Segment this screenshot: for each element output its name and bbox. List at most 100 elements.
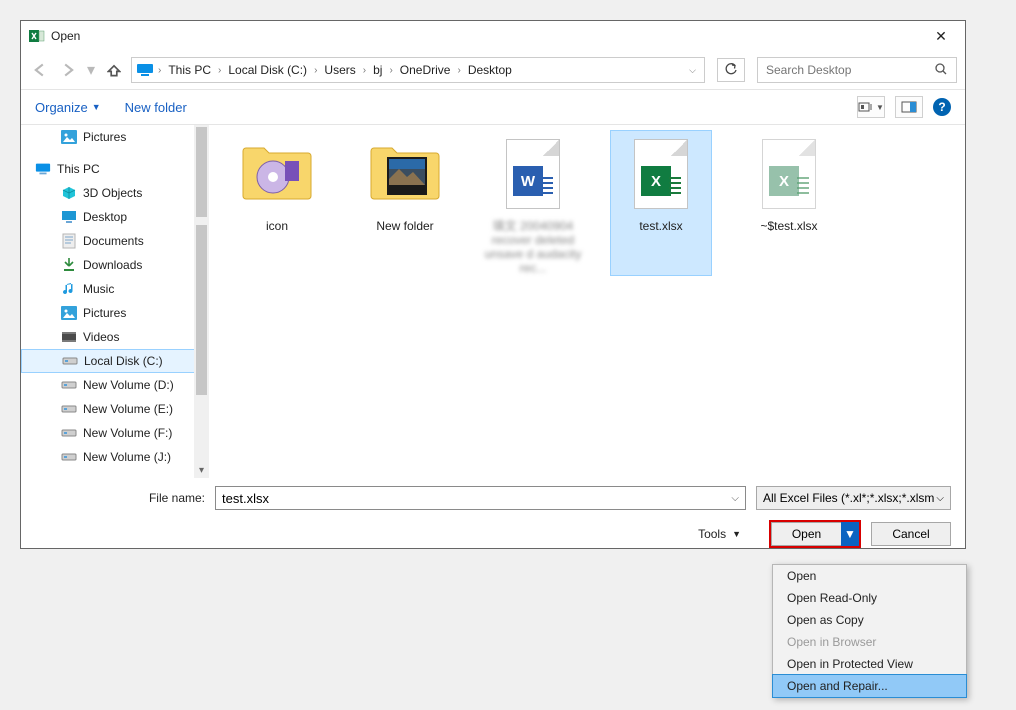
organize-menu[interactable]: Organize▼ [35, 100, 101, 115]
thispc-icon [136, 61, 154, 79]
open-dropdown-menu: OpenOpen Read-OnlyOpen as CopyOpen in Br… [772, 564, 967, 698]
search-box[interactable] [757, 57, 957, 83]
sidebar-item-label: This PC [57, 162, 100, 176]
sidebar-item-label: Documents [83, 234, 144, 248]
file-label: 填文 20040904 recover deleted unsave d aud… [483, 219, 583, 275]
drive-icon [61, 377, 77, 393]
cancel-button[interactable]: Cancel [871, 522, 951, 546]
word-icon: W [493, 133, 573, 215]
file-label: icon [266, 219, 288, 247]
sidebar-item-label: Videos [83, 330, 119, 344]
title-bar: Open ✕ [21, 21, 965, 51]
sidebar-scrollbar[interactable]: ▾ [194, 125, 209, 478]
preview-pane-button[interactable] [895, 96, 923, 118]
open-dialog: Open ✕ ▾ › This PC › Local Disk (C:) › U… [20, 20, 966, 549]
sidebar-item-label: New Volume (E:) [83, 402, 173, 416]
folder-photo-icon [365, 133, 445, 215]
file-item[interactable]: X~$test.xlsx [739, 131, 839, 275]
breadcrumb-bar[interactable]: › This PC › Local Disk (C:) › Users › bj… [131, 57, 705, 83]
close-button[interactable]: ✕ [921, 22, 961, 50]
nav-recent-dropdown[interactable]: ▾ [85, 59, 97, 81]
sidebar-item[interactable]: New Volume (J:) [21, 445, 209, 469]
menu-item[interactable]: Open and Repair... [773, 675, 966, 697]
file-item[interactable]: W填文 20040904 recover deleted unsave d au… [483, 131, 583, 275]
chevron-right-icon: › [455, 65, 462, 76]
sidebar-item-label: Local Disk (C:) [84, 354, 163, 368]
breadcrumb-item[interactable]: Local Disk (C:) [225, 63, 310, 77]
toolbar: Organize▼ New folder ▼ ? [21, 89, 965, 125]
new-folder-button[interactable]: New folder [125, 100, 187, 115]
folder-purple-icon [237, 133, 317, 215]
chevron-right-icon: › [312, 65, 319, 76]
sidebar-item[interactable]: Music [21, 277, 209, 301]
sidebar-item[interactable]: Pictures [21, 125, 209, 149]
videos-icon [61, 329, 77, 345]
open-split-button: Open ▼ [769, 520, 861, 548]
menu-item[interactable]: Open Read-Only [773, 587, 966, 609]
sidebar-item[interactable]: New Volume (E:) [21, 397, 209, 421]
drive-icon [61, 401, 77, 417]
sidebar-item[interactable]: 3D Objects [21, 181, 209, 205]
nav-up-button[interactable] [103, 59, 125, 81]
file-item[interactable]: New folder [355, 131, 455, 275]
file-type-filter[interactable]: All Excel Files (*.xl*;*.xlsx;*.xlsm ⌵ [756, 486, 951, 510]
sidebar-item-label: Downloads [83, 258, 142, 272]
nav-forward-button[interactable] [57, 59, 79, 81]
help-button[interactable]: ? [933, 98, 951, 116]
breadcrumb-item[interactable]: This PC [165, 63, 214, 77]
desktop-icon [61, 209, 77, 225]
search-icon [934, 62, 950, 78]
chevron-right-icon: › [361, 65, 368, 76]
excel-icon: X [621, 133, 701, 215]
nav-row: ▾ › This PC › Local Disk (C:) › Users › … [21, 51, 965, 89]
pictures-icon [61, 129, 77, 145]
file-item[interactable]: Xtest.xlsx [611, 131, 711, 275]
view-mode-button[interactable]: ▼ [857, 96, 885, 118]
breadcrumb-item[interactable]: OneDrive [397, 63, 454, 77]
open-dropdown-button[interactable]: ▼ [841, 522, 859, 546]
chevron-right-icon: › [387, 65, 394, 76]
chevron-right-icon: › [156, 65, 163, 76]
breadcrumb-item[interactable]: bj [370, 63, 385, 77]
pictures-icon [61, 305, 77, 321]
drive-icon [61, 425, 77, 441]
drive-icon [62, 353, 78, 369]
sidebar-item-label: New Volume (J:) [83, 450, 171, 464]
refresh-button[interactable] [717, 58, 745, 82]
sidebar-item[interactable]: Videos [21, 325, 209, 349]
breadcrumb-item[interactable]: Users [321, 63, 358, 77]
filename-label: File name: [35, 491, 205, 505]
sidebar-item[interactable]: New Volume (F:) [21, 421, 209, 445]
music-icon [61, 281, 77, 297]
sidebar-item[interactable]: This PC [21, 157, 209, 181]
file-view[interactable]: icon New folder W填文 20040904 recover delet… [209, 125, 965, 478]
filename-input[interactable]: test.xlsx ⌵ [215, 486, 746, 510]
sidebar-item-label: Desktop [83, 210, 127, 224]
file-item[interactable]: icon [227, 131, 327, 275]
sidebar-item[interactable]: Pictures [21, 301, 209, 325]
menu-item: Open in Browser [773, 631, 966, 653]
menu-item[interactable]: Open [773, 565, 966, 587]
search-input[interactable] [764, 62, 934, 78]
open-button[interactable]: Open [771, 522, 841, 546]
drive-icon [61, 449, 77, 465]
breadcrumb-item[interactable]: Desktop [465, 63, 515, 77]
menu-item[interactable]: Open as Copy [773, 609, 966, 631]
chevron-right-icon: › [216, 65, 223, 76]
menu-item[interactable]: Open in Protected View [773, 653, 966, 675]
nav-back-button[interactable] [29, 59, 51, 81]
sidebar-item[interactable]: Desktop [21, 205, 209, 229]
sidebar-item[interactable]: Downloads [21, 253, 209, 277]
file-label: New folder [376, 219, 433, 247]
sidebar: Pictures This PC 3D Objects Desktop Document… [21, 125, 209, 478]
tools-menu[interactable]: Tools▼ [698, 527, 741, 541]
excel-app-icon [29, 28, 45, 44]
sidebar-item-label: New Volume (D:) [83, 378, 174, 392]
sidebar-item[interactable]: Local Disk (C:) [21, 349, 209, 373]
sidebar-item[interactable]: Documents [21, 229, 209, 253]
sidebar-item[interactable]: New Volume (D:) [21, 373, 209, 397]
chevron-down-icon[interactable]: ⌵ [731, 493, 739, 504]
sidebar-item-label: 3D Objects [83, 186, 142, 200]
excel-temp-icon: X [749, 133, 829, 215]
chevron-down-icon[interactable]: ⌵ [687, 65, 698, 76]
